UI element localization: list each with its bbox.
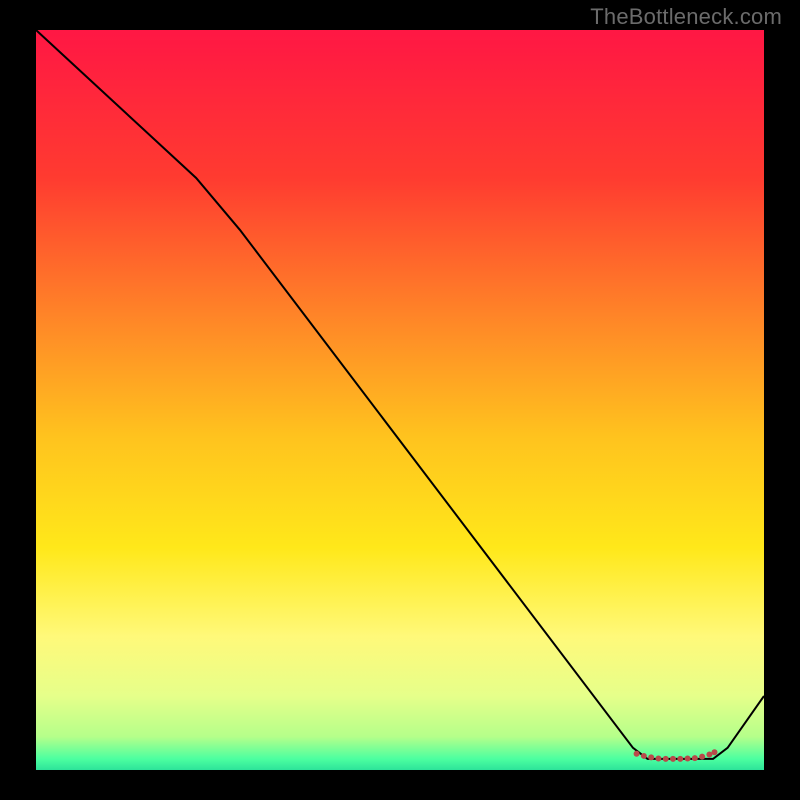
chart-background xyxy=(36,30,764,770)
marker-dot xyxy=(706,751,712,757)
plot-area xyxy=(36,30,764,770)
marker-dot xyxy=(712,749,718,755)
watermark-text: TheBottleneck.com xyxy=(590,4,782,30)
marker-dot xyxy=(692,755,698,761)
marker-dot xyxy=(634,751,640,757)
marker-dot xyxy=(663,756,669,762)
marker-dot xyxy=(655,756,661,762)
marker-dot xyxy=(641,753,647,759)
marker-dot xyxy=(670,756,676,762)
marker-dot xyxy=(677,756,683,762)
marker-dot xyxy=(648,754,654,760)
marker-dot xyxy=(699,754,705,760)
marker-dot xyxy=(685,756,691,762)
chart-frame: TheBottleneck.com xyxy=(0,0,800,800)
chart-svg xyxy=(36,30,764,770)
